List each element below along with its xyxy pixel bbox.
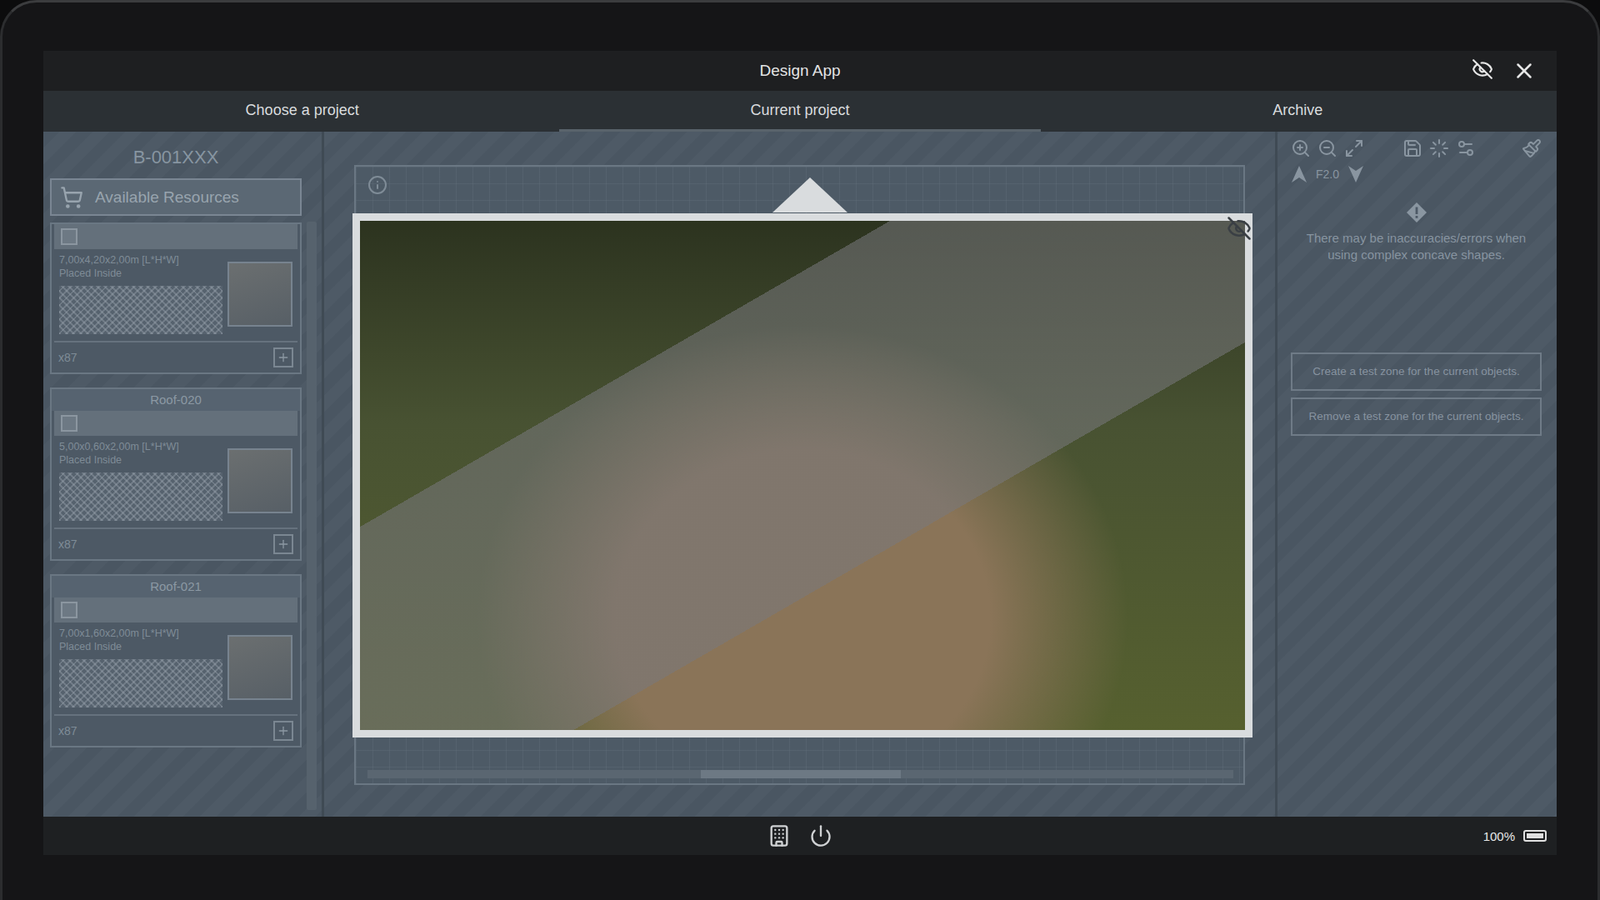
resource-info: 7,00x4,20x2,00m [L*H*W]Placed Inside xyxy=(59,254,223,335)
settings-icon[interactable] xyxy=(1455,138,1476,159)
hide-preview-icon[interactable] xyxy=(1226,215,1252,241)
resource-size: 5,00x0,60x2,00m [L*H*W] xyxy=(59,440,223,453)
action-button[interactable]: Create a test zone for the current objec… xyxy=(1290,352,1542,391)
resource-details: 7,00x4,20x2,00m [L*H*W]Placed Inside xyxy=(54,249,298,343)
resource-count: x87 xyxy=(58,350,78,365)
resource-info: 5,00x0,60x2,00m [L*H*W]Placed Inside xyxy=(59,440,223,521)
device: Design App Choose a project Current projec… xyxy=(0,0,1600,900)
resources-button[interactable]: Available Resources xyxy=(50,178,302,216)
resource-pattern xyxy=(59,285,223,335)
resource-info: 7,00x1,60x2,00m [L*H*W]Placed Inside xyxy=(59,627,223,708)
actions: Create a test zone for the current objec… xyxy=(1290,352,1542,436)
resource-size: 7,00x4,20x2,00m [L*H*W] xyxy=(59,254,223,266)
resource-placement: Placed Inside xyxy=(59,640,223,653)
resource-footer: x87 xyxy=(51,715,300,746)
add-button[interactable] xyxy=(273,534,294,555)
info-icon[interactable] xyxy=(367,175,388,195)
resource-checkbox[interactable] xyxy=(60,601,78,619)
title-icons xyxy=(840,58,1537,84)
project-code: B-001XXX xyxy=(50,141,302,172)
horizontal-scrollbar[interactable] xyxy=(367,770,1234,779)
floor-down-icon[interactable] xyxy=(1347,165,1365,184)
hide-icon[interactable] xyxy=(1471,58,1494,80)
screen: Design App Choose a project Current projec… xyxy=(43,50,1557,855)
floor-selector: F2.0 xyxy=(1290,165,1542,184)
resource-details: 5,00x0,60x2,00m [L*H*W]Placed Inside xyxy=(54,435,298,530)
resource-pattern xyxy=(59,659,223,708)
resource-name: Roof-020 xyxy=(51,389,300,411)
power-icon[interactable] xyxy=(809,824,833,848)
preview-pointer xyxy=(772,177,848,213)
center-area xyxy=(324,131,1275,817)
resource-card: 7,00x4,20x2,00m [L*H*W]Placed Inside x87 xyxy=(50,222,302,375)
bottom-icons xyxy=(767,824,833,848)
floor-up-icon[interactable] xyxy=(1290,165,1308,184)
add-button[interactable] xyxy=(273,720,294,741)
status-bar: 100% xyxy=(43,816,1557,855)
scrollbar-thumb[interactable] xyxy=(700,770,901,779)
resource-check-row xyxy=(54,597,298,623)
window-title: Design App xyxy=(759,61,840,80)
notice-text: There may be inaccuracies/errors when us… xyxy=(1290,230,1542,265)
title-bar: Design App xyxy=(43,50,1557,91)
resource-checkbox[interactable] xyxy=(60,415,78,432)
cart-icon xyxy=(60,185,84,210)
resource-count: x87 xyxy=(58,724,78,738)
left-panel: B-001XXX Available Resources 7,00x4,20x2,0… xyxy=(43,131,325,817)
resource-thumbnail xyxy=(227,261,293,327)
close-icon[interactable] xyxy=(1511,58,1537,84)
resource-thumbnail xyxy=(227,448,293,514)
resource-name: Roof-021 xyxy=(51,575,300,598)
resource-pattern xyxy=(59,472,223,521)
main-area: B-001XXX Available Resources 7,00x4,20x2,0… xyxy=(43,131,1557,817)
zoom-in-icon[interactable] xyxy=(1290,138,1311,159)
resource-check-row xyxy=(54,410,298,436)
battery-icon xyxy=(1523,830,1547,842)
resource-checkbox[interactable] xyxy=(60,228,78,245)
resource-card: Roof-020 5,00x0,60x2,00m [L*H*W]Placed In… xyxy=(50,387,302,561)
save-icon[interactable] xyxy=(1402,138,1423,159)
scrollbar[interactable] xyxy=(306,221,317,810)
battery-text: 100% xyxy=(1483,829,1515,844)
tab[interactable]: Choose a project xyxy=(61,90,543,132)
preview-image xyxy=(352,213,1253,738)
battery: 100% xyxy=(832,829,1547,844)
resource-placement: Placed Inside xyxy=(59,267,223,280)
zoom-out-icon[interactable] xyxy=(1317,138,1338,159)
brush-icon[interactable] xyxy=(1521,138,1542,159)
loading-icon[interactable] xyxy=(1429,138,1450,159)
resource-list: 7,00x4,20x2,00m [L*H*W]Placed Insidex87R… xyxy=(50,222,302,810)
resource-count: x87 xyxy=(58,537,78,551)
add-button[interactable] xyxy=(273,347,294,368)
resource-card: Roof-021 7,00x1,60x2,00m [L*H*W]Placed In… xyxy=(50,574,302,748)
building-icon[interactable] xyxy=(767,824,791,848)
resource-footer: x87 xyxy=(51,342,300,373)
resource-placement: Placed Inside xyxy=(59,454,223,466)
tab-bar: Choose a project Current project Archive xyxy=(43,90,1557,132)
notice: There may be inaccuracies/errors when us… xyxy=(1290,201,1542,265)
warning-icon xyxy=(1405,201,1428,224)
resource-thumbnail xyxy=(227,635,293,700)
expand-icon[interactable] xyxy=(1344,138,1365,159)
right-panel: F2.0 There may be inaccuracies/errors whe… xyxy=(1275,131,1557,817)
plus-icon xyxy=(276,350,290,365)
action-button[interactable]: Remove a test zone for the current objec… xyxy=(1290,397,1542,436)
toolbar xyxy=(1290,138,1542,159)
resource-footer: x87 xyxy=(51,529,300,560)
floor-label: F2.0 xyxy=(1315,167,1340,181)
plus-icon xyxy=(276,724,290,738)
resource-details: 7,00x1,60x2,00m [L*H*W]Placed Inside xyxy=(54,622,298,716)
resource-check-row xyxy=(54,224,298,250)
resource-size: 7,00x1,60x2,00m [L*H*W] xyxy=(59,627,223,640)
tab[interactable]: Current project xyxy=(559,90,1040,132)
plus-icon xyxy=(276,537,290,551)
tab[interactable]: Archive xyxy=(1057,90,1539,132)
resources-panel: B-001XXX Available Resources 7,00x4,20x2,0… xyxy=(50,141,302,810)
